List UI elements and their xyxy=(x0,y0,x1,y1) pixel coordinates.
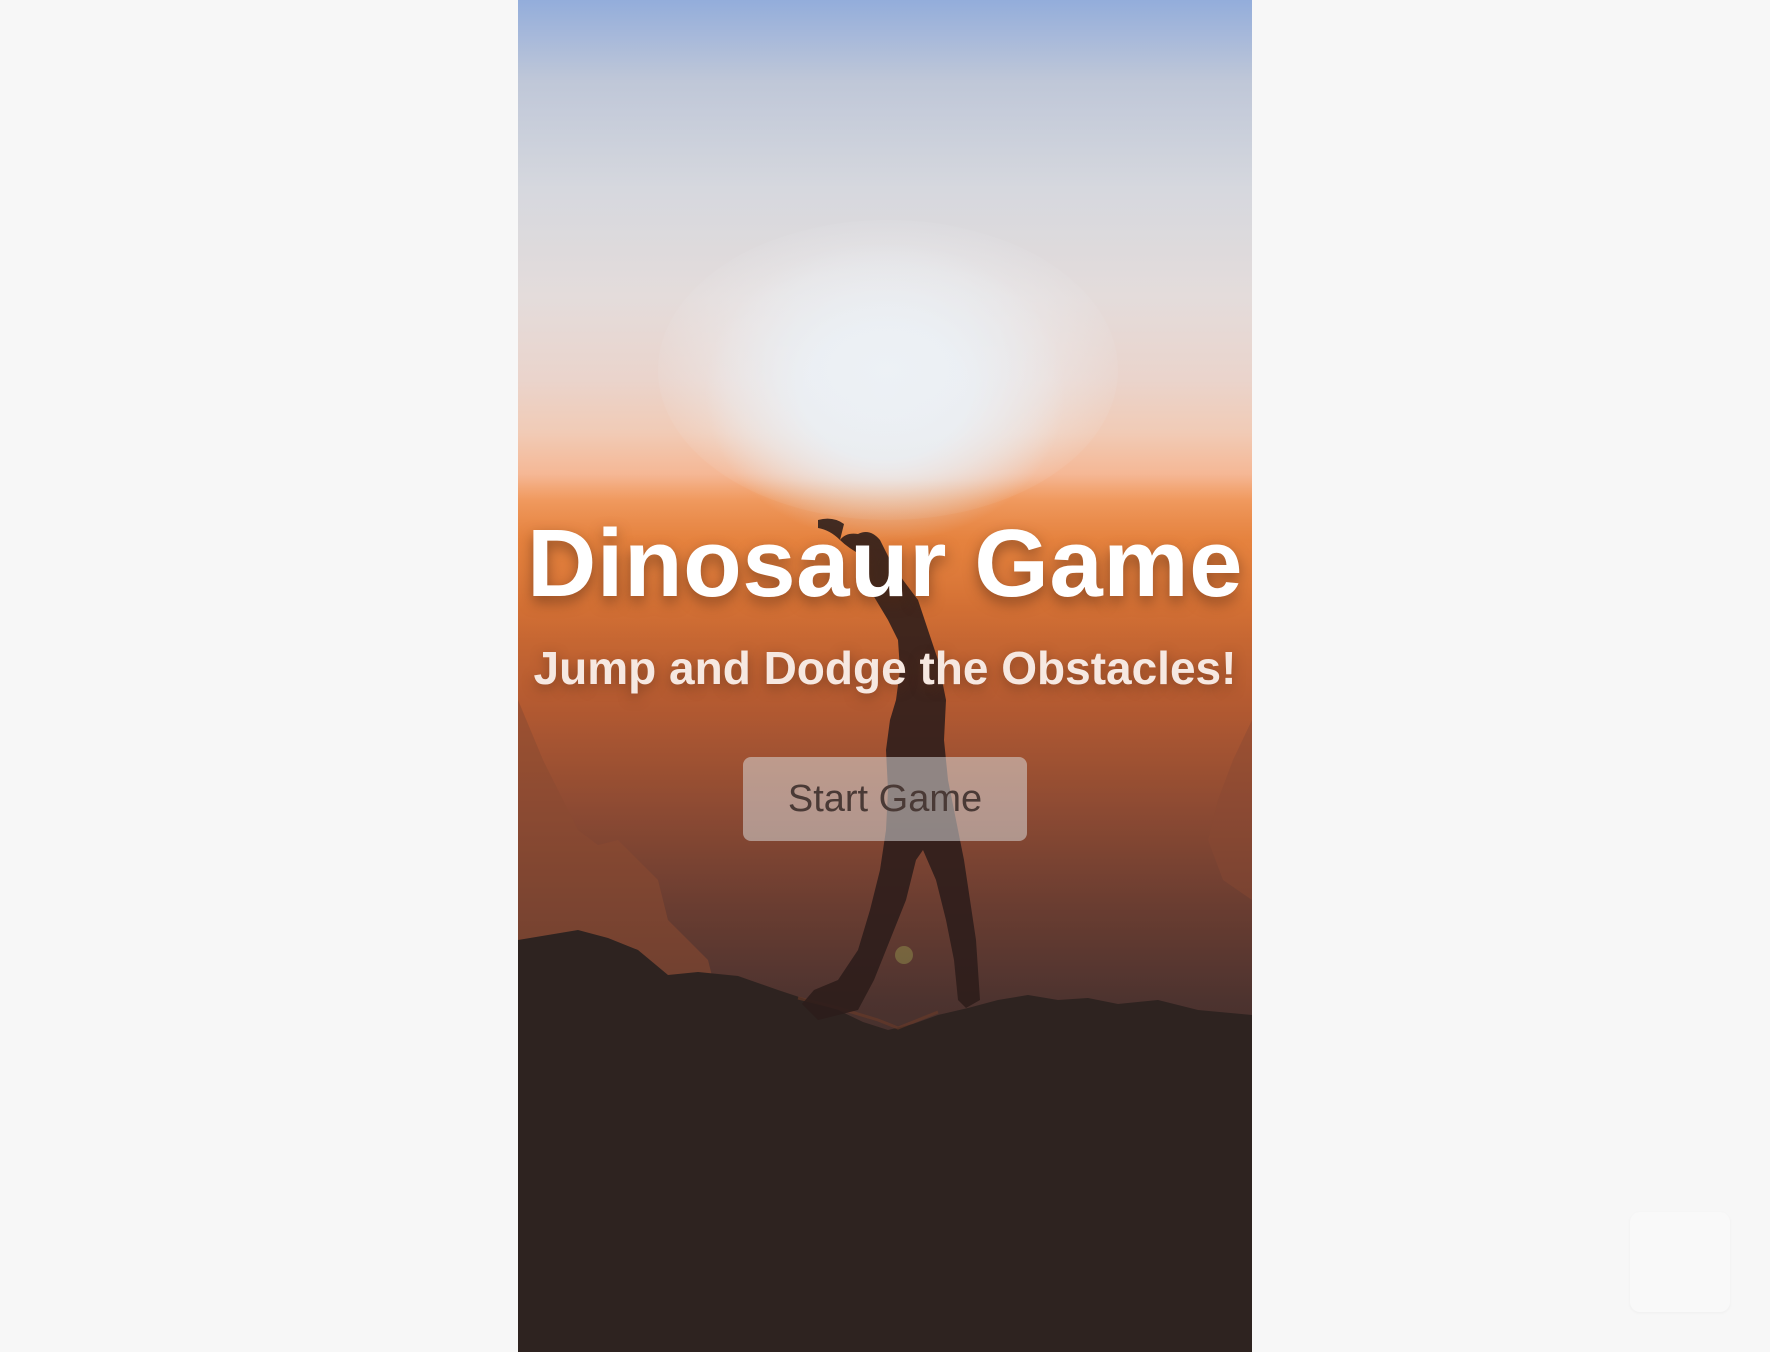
game-title: Dinosaur Game xyxy=(526,510,1244,617)
floating-corner-widget[interactable] xyxy=(1630,1212,1730,1312)
game-start-screen: Dinosaur Game Jump and Dodge the Obstacl… xyxy=(518,0,1252,1352)
page: Dinosaur Game Jump and Dodge the Obstacl… xyxy=(0,0,1770,1352)
start-game-button[interactable]: Start Game xyxy=(743,757,1027,841)
start-screen-content: Dinosaur Game Jump and Dodge the Obstacl… xyxy=(518,0,1252,1352)
game-subtitle: Jump and Dodge the Obstacles! xyxy=(533,642,1237,694)
